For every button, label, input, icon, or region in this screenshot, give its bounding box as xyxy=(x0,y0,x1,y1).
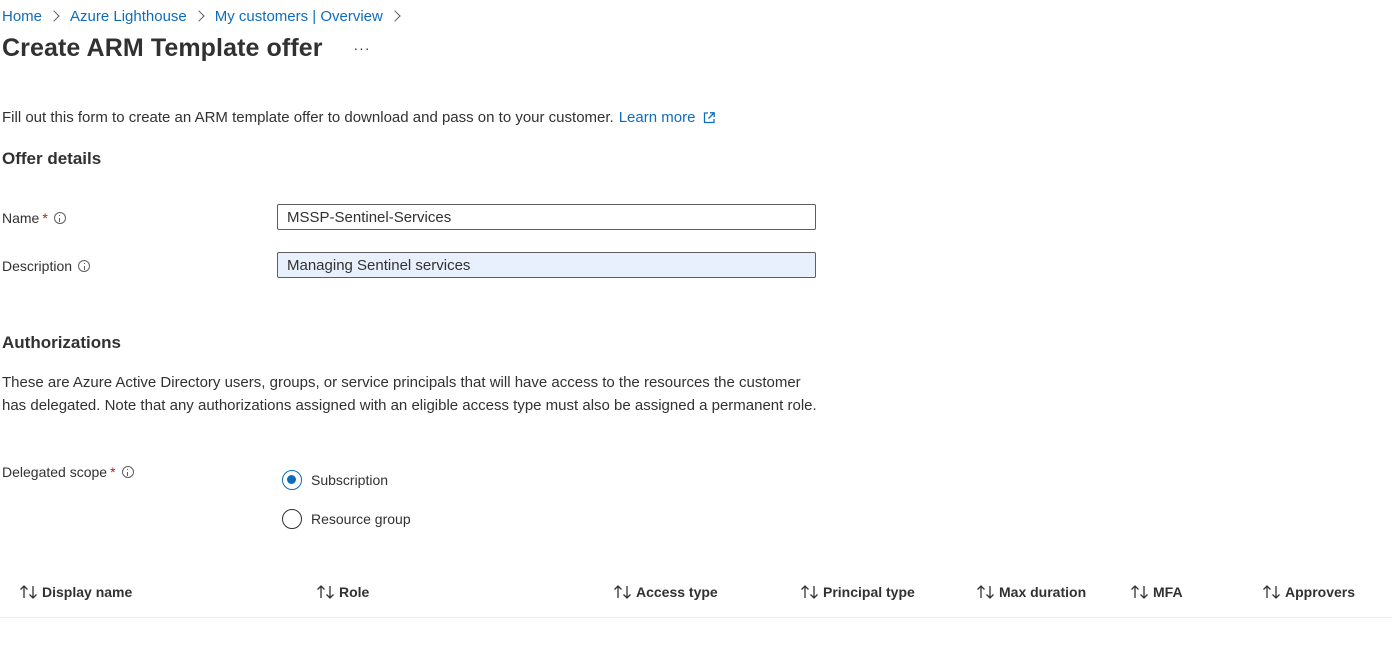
chevron-right-icon xyxy=(48,10,60,22)
column-header-principal-type[interactable]: Principal type xyxy=(799,583,915,601)
sort-icon xyxy=(1131,585,1148,599)
column-header-max-duration[interactable]: Max duration xyxy=(975,583,1086,601)
column-header-label: Access type xyxy=(636,584,718,600)
description-label-text: Description xyxy=(2,258,73,274)
table-header-divider xyxy=(0,617,1392,618)
column-header-approvers[interactable]: Approvers xyxy=(1261,583,1355,601)
column-header-mfa[interactable]: MFA xyxy=(1129,583,1183,601)
sort-icon xyxy=(1263,585,1280,599)
description-input[interactable] xyxy=(277,252,816,278)
name-label: Name * xyxy=(2,210,66,226)
radio-button[interactable] xyxy=(282,509,302,529)
radio-subscription[interactable]: Subscription xyxy=(282,470,388,490)
info-icon[interactable] xyxy=(53,212,66,224)
column-header-label: Role xyxy=(339,584,370,600)
column-header-label: Principal type xyxy=(823,584,915,600)
sort-icon xyxy=(801,585,818,599)
chevron-right-icon xyxy=(389,10,401,22)
column-header-label: Approvers xyxy=(1285,584,1356,600)
sort-icon xyxy=(614,585,631,599)
intro-text-row: Fill out this form to create an ARM temp… xyxy=(2,109,716,126)
sort-icon xyxy=(977,585,994,599)
column-header-role[interactable]: Role xyxy=(315,583,369,601)
authorizations-heading: Authorizations xyxy=(2,333,121,352)
radio-subscription-label: Subscription xyxy=(311,472,389,488)
info-icon[interactable] xyxy=(121,466,134,478)
info-icon[interactable] xyxy=(78,260,91,272)
sort-icon xyxy=(20,585,37,599)
radio-resource-group-label: Resource group xyxy=(311,511,411,527)
breadcrumb: Home Azure Lighthouse My customers | Ove… xyxy=(2,5,411,27)
page-title: Create ARM Template offer xyxy=(2,34,323,62)
column-header-display-name[interactable]: Display name xyxy=(18,583,132,601)
radio-button-checked[interactable] xyxy=(282,470,302,490)
delegated-scope-label-text: Delegated scope xyxy=(2,464,108,480)
column-header-access-type[interactable]: Access type xyxy=(612,583,718,601)
learn-more-link[interactable]: Learn more xyxy=(619,109,696,126)
authorizations-description: These are Azure Active Directory users, … xyxy=(2,374,817,414)
required-mark: * xyxy=(42,210,48,226)
required-mark: * xyxy=(110,464,116,480)
radio-resource-group[interactable]: Resource group xyxy=(282,509,411,529)
column-header-label: MFA xyxy=(1153,584,1183,600)
column-header-label: Max duration xyxy=(999,584,1087,600)
column-header-label: Display name xyxy=(42,584,133,600)
intro-text: Fill out this form to create an ARM temp… xyxy=(2,109,614,126)
more-options-button[interactable]: ··· xyxy=(352,40,372,56)
name-input[interactable] xyxy=(277,204,816,230)
delegated-scope-label: Delegated scope * xyxy=(2,464,134,480)
breadcrumb-azure-lighthouse[interactable]: Azure Lighthouse xyxy=(70,8,187,25)
external-link-icon[interactable] xyxy=(702,111,716,125)
offer-details-heading: Offer details xyxy=(2,149,102,168)
breadcrumb-my-customers[interactable]: My customers | Overview xyxy=(215,8,383,25)
name-label-text: Name xyxy=(2,210,40,226)
chevron-right-icon xyxy=(193,10,205,22)
sort-icon xyxy=(317,585,334,599)
description-label: Description xyxy=(2,258,91,274)
breadcrumb-home[interactable]: Home xyxy=(2,8,42,25)
